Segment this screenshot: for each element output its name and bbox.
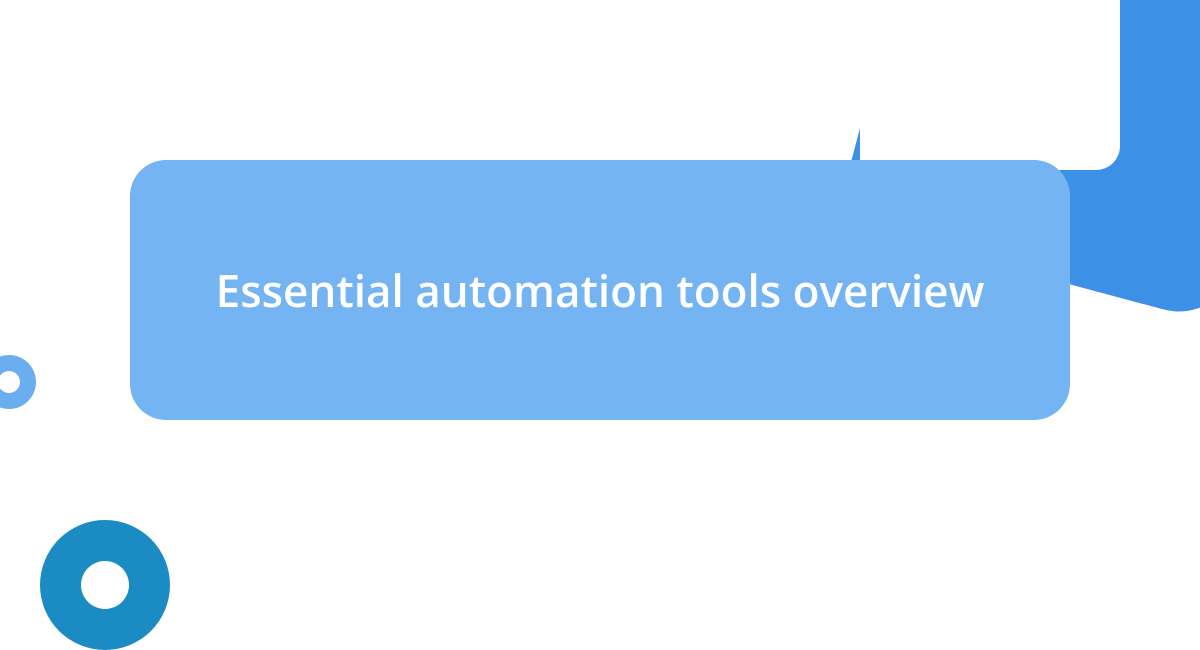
decorative-ring-large [40,520,170,650]
page-title: Essential automation tools overview [216,264,985,317]
decorative-ring-small [0,355,36,409]
decorative-corner-cutout [860,0,1120,170]
title-card: Essential automation tools overview [130,160,1070,420]
